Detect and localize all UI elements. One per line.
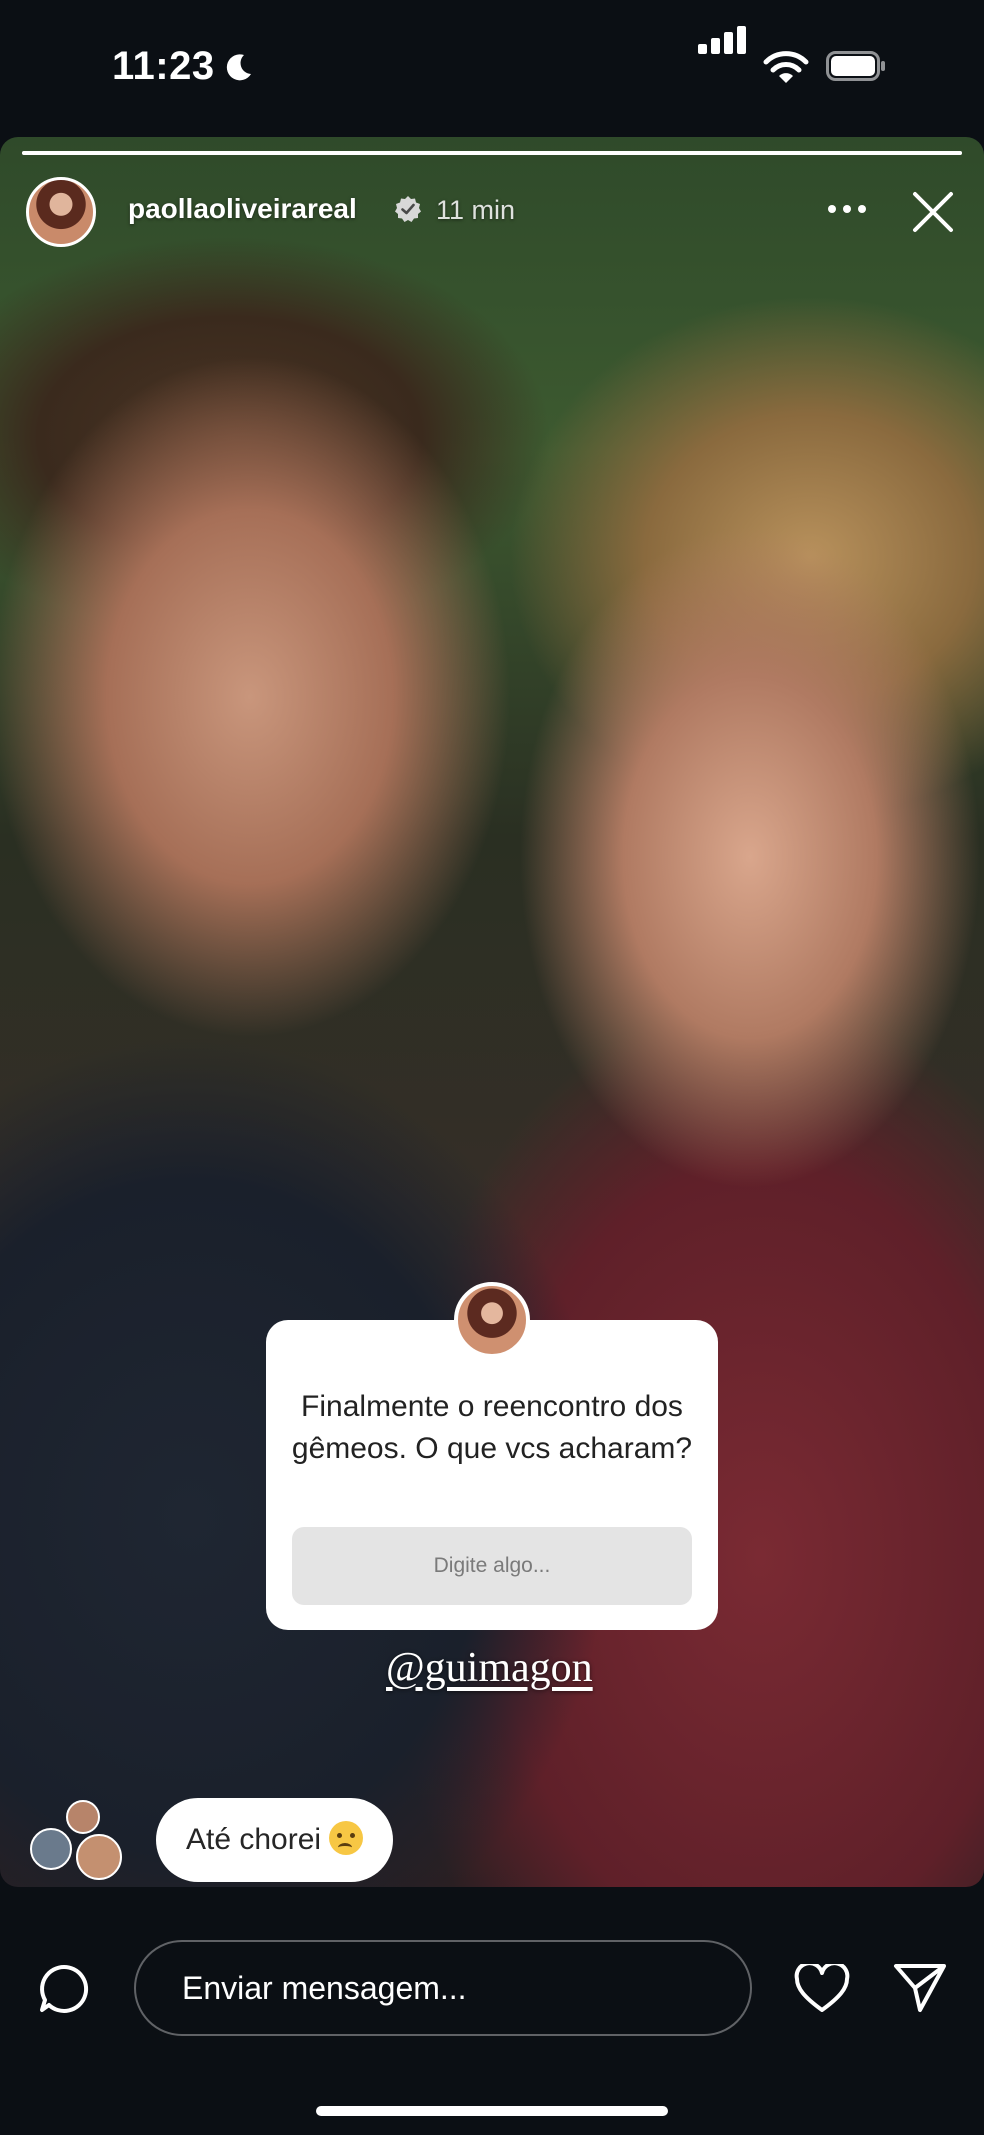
send-icon[interactable] <box>893 1962 947 2014</box>
home-indicator[interactable] <box>316 2106 668 2116</box>
mention-tag[interactable]: @guimagon <box>386 1644 593 1692</box>
chat-bubble-icon[interactable] <box>38 1963 90 2015</box>
question-text: Finalmente o reencontro dos gêmeos. O qu… <box>291 1390 693 1465</box>
story-username[interactable]: paollaoliveirareal <box>128 193 357 225</box>
question-sticker[interactable]: Finalmente o reencontro dos gêmeos. O qu… <box>266 1320 718 1630</box>
more-options-icon[interactable] <box>824 201 870 217</box>
status-time: 11:23 <box>112 44 215 88</box>
reaction-avatars <box>30 1800 140 1880</box>
question-sticker-avatar <box>454 1282 530 1358</box>
heart-icon[interactable] <box>794 1964 850 2014</box>
battery-icon <box>826 51 885 81</box>
story-time-ago: 11 min <box>436 195 516 225</box>
avatar <box>66 1800 100 1834</box>
crying-face-icon <box>329 1821 364 1855</box>
status-bar: 11:23 <box>0 0 984 135</box>
question-answer-input[interactable]: Digite algo... <box>292 1527 692 1605</box>
close-icon[interactable] <box>910 189 956 235</box>
reaction-reply-text: Até chorei <box>186 1823 322 1856</box>
verified-badge-icon <box>395 196 421 222</box>
wifi-icon <box>763 51 809 83</box>
avatar <box>76 1834 122 1880</box>
story-progress-fill <box>22 151 962 155</box>
moon-icon <box>226 54 251 81</box>
avatar <box>30 1828 72 1870</box>
story-progress-bar <box>22 151 962 155</box>
bottom-bar: Enviar mensagem... <box>0 1888 984 2135</box>
message-input[interactable]: Enviar mensagem... <box>134 1940 752 2036</box>
reaction-reply-bubble: Até chorei <box>156 1798 394 1882</box>
profile-avatar[interactable] <box>26 177 96 247</box>
